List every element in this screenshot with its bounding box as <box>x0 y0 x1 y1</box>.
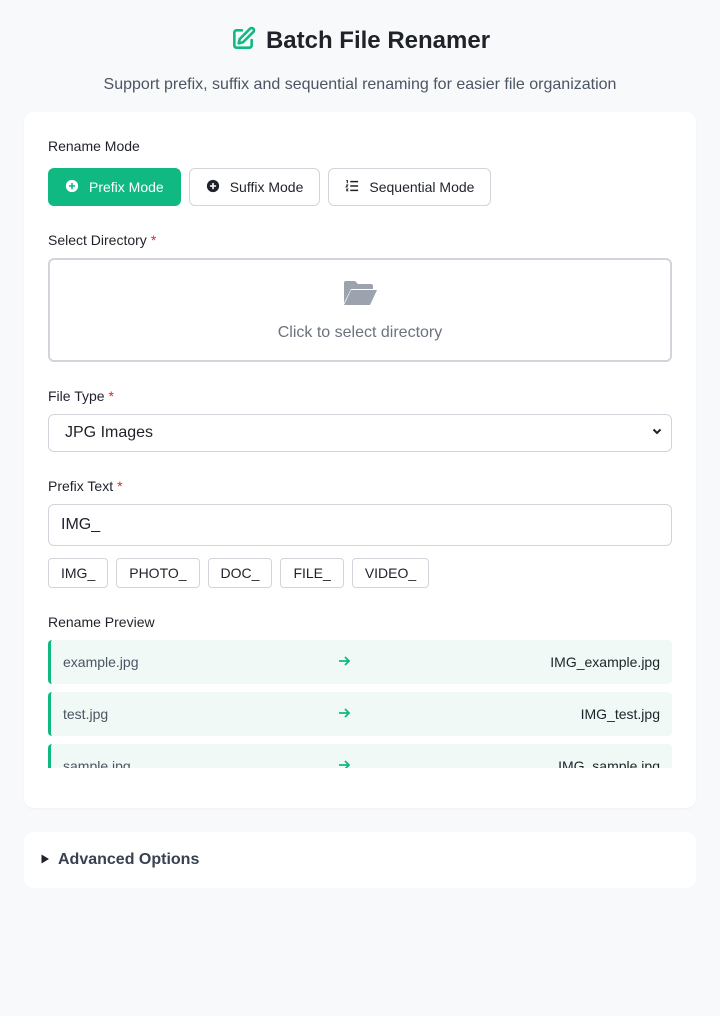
caret-right-icon <box>40 851 50 869</box>
required-mark: * <box>117 478 123 494</box>
arrow-right-icon <box>337 758 351 768</box>
select-directory-text: Select Directory <box>48 232 147 248</box>
rename-mode-group: Prefix Mode Suffix Mode Sequential Mode <box>48 168 492 206</box>
preview-row: sample.jpg IMG_sample.jpg <box>48 744 672 768</box>
advanced-options-label: Advanced Options <box>58 851 200 868</box>
folder-open-icon <box>342 279 378 312</box>
new-filename: IMG_test.jpg <box>580 706 660 722</box>
file-type-label: File Type * <box>48 388 114 404</box>
preview-row: example.jpg IMG_example.jpg <box>48 640 672 684</box>
plus-circle-icon <box>65 179 79 196</box>
prefix-text-title: Prefix Text <box>48 478 114 494</box>
directory-picker[interactable]: Click to select directory <box>48 258 672 362</box>
list-ordered-icon <box>345 179 359 196</box>
page-title: Batch File Renamer <box>265 27 491 54</box>
new-filename: IMG_example.jpg <box>550 654 660 670</box>
suffix-mode-label: Suffix Mode <box>229 179 304 195</box>
rename-form-card: Rename Mode Prefix Mode Suffix Mode Sequ… <box>24 112 696 808</box>
arrow-right-icon <box>337 706 351 723</box>
directory-prompt: Click to select directory <box>277 323 443 341</box>
chevron-down-icon <box>651 424 663 442</box>
original-filename: sample.jpg <box>63 758 131 768</box>
prefix-suggestions: IMG_ PHOTO_ DOC_ FILE_ VIDEO_ <box>48 558 430 588</box>
original-filename: example.jpg <box>63 654 139 670</box>
rename-preview-list[interactable]: example.jpg IMG_example.jpg test.jpg IMG… <box>48 640 672 768</box>
prefix-input[interactable] <box>48 504 672 546</box>
preview-row: test.jpg IMG_test.jpg <box>48 692 672 736</box>
plus-circle-icon <box>206 179 220 196</box>
file-type-value: JPG Images <box>65 424 154 441</box>
file-type-text: File Type <box>48 388 105 404</box>
prefix-text-label: Prefix Text * <box>48 478 123 494</box>
required-mark: * <box>108 388 114 404</box>
original-filename: test.jpg <box>63 706 109 722</box>
file-type-select[interactable]: JPG Images <box>48 414 672 452</box>
title-row: Batch File Renamer <box>0 26 720 56</box>
rename-mode-label: Rename Mode <box>48 138 140 154</box>
rename-preview-label: Rename Preview <box>48 614 155 630</box>
sequential-mode-button[interactable]: Sequential Mode <box>328 168 492 206</box>
page-header: Batch File Renamer Support prefix, suffi… <box>0 0 720 94</box>
prefix-chip[interactable]: IMG_ <box>48 558 109 588</box>
prefix-mode-label: Prefix Mode <box>89 179 164 195</box>
required-mark: * <box>150 232 157 248</box>
page-subtitle: Support prefix, suffix and sequential re… <box>103 76 617 93</box>
select-directory-label: Select Directory * <box>48 232 156 248</box>
prefix-mode-button[interactable]: Prefix Mode <box>48 168 181 206</box>
sequential-mode-label: Sequential Mode <box>369 179 475 195</box>
prefix-chip[interactable]: PHOTO_ <box>116 558 200 588</box>
prefix-chip[interactable]: DOC_ <box>207 558 273 588</box>
suffix-mode-button[interactable]: Suffix Mode <box>188 168 321 206</box>
advanced-options-toggle[interactable]: Advanced Options <box>24 832 696 888</box>
arrow-right-icon <box>337 654 351 671</box>
prefix-chip[interactable]: FILE_ <box>280 558 344 588</box>
edit-icon <box>230 26 256 57</box>
prefix-chip[interactable]: VIDEO_ <box>351 558 430 588</box>
new-filename: IMG_sample.jpg <box>558 758 660 768</box>
